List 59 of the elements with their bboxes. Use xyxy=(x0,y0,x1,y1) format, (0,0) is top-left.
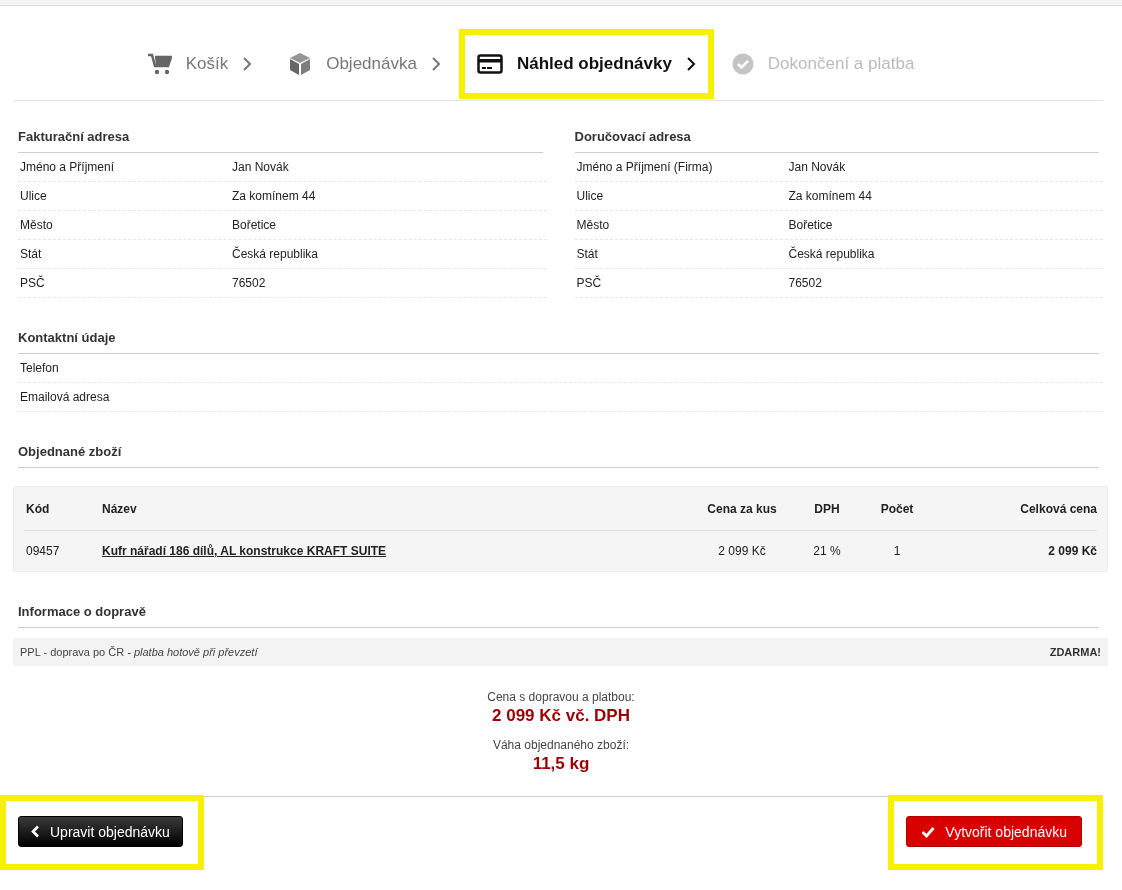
table-cell-text: 21 % xyxy=(812,544,842,558)
chevron-left-icon xyxy=(31,825,40,838)
create-order-button[interactable]: Vytvořit objednávku xyxy=(906,816,1082,847)
total-price-label: Cena s dopravou a platbou: xyxy=(486,690,636,704)
table-cell-text: 2 099 Kč xyxy=(717,544,767,558)
checkout-step[interactable]: Objednávka xyxy=(288,52,417,76)
checkout-step[interactable]: Košík xyxy=(147,53,229,75)
product-link[interactable]: Kufr nářadí 186 dílů, AL konstrukce KRAFT SUITE xyxy=(102,544,387,558)
delivery-price: ZDARMA! xyxy=(1049,646,1101,658)
checkmark-icon xyxy=(921,825,936,838)
weight-label: Váha objednaného zboží: xyxy=(491,738,631,752)
section-heading: Kontaktní údaje xyxy=(18,330,1099,354)
column-header: Celková cena xyxy=(1019,501,1097,516)
edit-order-button[interactable]: Upravit objednávku xyxy=(18,816,183,847)
field-label: Ulice xyxy=(576,189,605,203)
section-heading: Doručovací adresa xyxy=(574,129,1099,153)
weight-value: 11,5 kg xyxy=(531,754,591,774)
delivery-method: PPL - doprava po ČR - platba hotově při převzetí xyxy=(20,646,258,658)
column-header: Kód xyxy=(25,501,51,516)
field-label: Ulice xyxy=(20,189,48,203)
field-label: PSČ xyxy=(576,276,603,290)
section-heading: Objednané zboží xyxy=(18,444,1099,468)
section-heading: Informace o dopravě xyxy=(18,604,1099,628)
field-label: Jméno a Příjmení (Firma) xyxy=(576,160,714,174)
field-label: Telefon xyxy=(20,361,60,375)
field-value: 76502 xyxy=(788,276,822,290)
chevron-right-icon xyxy=(430,57,441,71)
chevron-right-icon xyxy=(685,57,696,71)
cart-icon xyxy=(147,53,172,75)
field-label: Město xyxy=(20,218,54,232)
field-label: Jméno a Příjmení xyxy=(20,160,116,174)
credit-card-icon xyxy=(476,54,503,74)
column-header: DPH xyxy=(813,501,841,516)
table-cell-text: 09457 xyxy=(25,544,61,558)
field-label: Stát xyxy=(576,247,599,261)
column-header: Název xyxy=(102,501,138,516)
column-header: Cena za kus xyxy=(706,501,778,516)
field-value: Jan Novák xyxy=(232,160,289,174)
section-heading: Fakturační adresa xyxy=(18,129,543,153)
total-price: 2 099 Kč vč. DPH xyxy=(491,706,631,726)
field-value: Za komínem 44 xyxy=(788,189,872,203)
box-icon xyxy=(288,52,313,76)
field-label: PSČ xyxy=(20,276,46,290)
table-cell-text: 2 099 Kč xyxy=(1047,544,1097,558)
field-value: Česká republika xyxy=(788,247,875,261)
field-value: Bořetice xyxy=(232,218,277,232)
table-cell-text: 1 xyxy=(892,544,902,558)
field-value: 76502 xyxy=(232,276,266,290)
field-label: Stát xyxy=(20,247,43,261)
chevron-right-icon xyxy=(242,57,253,71)
field-label: Město xyxy=(576,218,611,232)
field-value: Bořetice xyxy=(788,218,833,232)
field-label: Emailová adresa xyxy=(20,390,111,404)
field-value: Česká republika xyxy=(232,247,319,261)
check-circle-icon xyxy=(731,53,754,75)
field-value: Za komínem 44 xyxy=(232,189,316,203)
checkout-step[interactable]: Náhled objednávky xyxy=(476,54,672,74)
field-value: Jan Novák xyxy=(788,160,846,174)
column-header: Počet xyxy=(879,501,915,516)
